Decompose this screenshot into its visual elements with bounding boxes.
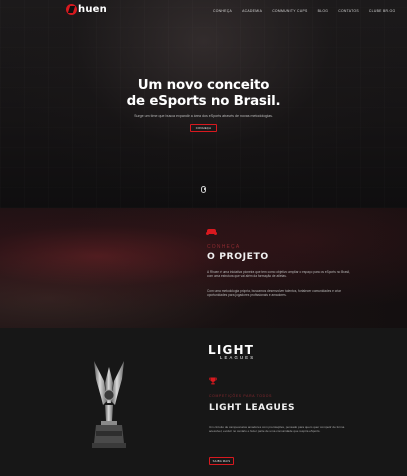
hero-title: Um novo conceito de eSports no Brasil. (0, 78, 407, 110)
light-leagues-paragraph: Um circuito de campeonatos amadores com … (209, 425, 345, 434)
hero-section: Um novo conceito de eSports no Brasil. S… (0, 0, 407, 208)
projeto-section (0, 208, 407, 328)
hero-title-line-2: de eSports no Brasil. (126, 94, 281, 109)
gamepad-icon (206, 229, 217, 235)
hero-conheca-button[interactable]: Conheça (190, 124, 217, 132)
logo-leagues-text: LEAGUES (220, 355, 256, 360)
nav-item-blog[interactable]: Blog (318, 9, 329, 13)
hero-title-line-1: Um novo conceito (137, 78, 270, 93)
logo-text: huen (78, 4, 107, 15)
projeto-paragraph-2: Com uma metodologia própria, buscamos de… (207, 289, 341, 298)
light-leagues-button[interactable]: Saiba mais (209, 457, 234, 465)
hero-subtitle: Surge um time que busca expandir a área … (134, 114, 273, 118)
trophy-icon (209, 377, 217, 385)
trophy-image (92, 361, 126, 448)
nav-item-contatos[interactable]: Contatos (338, 9, 359, 13)
nav-item-conheca[interactable]: Conheça (213, 9, 232, 13)
brand-logo[interactable]: huen (66, 4, 107, 15)
light-leagues-kicker: Competições para todos (209, 394, 273, 398)
scroll-mouse-icon[interactable] (201, 186, 206, 193)
projeto-kicker: Conheça (207, 244, 241, 250)
nav-item-academia[interactable]: Academia (242, 9, 262, 13)
projeto-paragraph-1: A Rhuen é uma iniciativa pioneira que te… (207, 270, 350, 279)
light-leagues-logo: LIGHT LEAGUES (208, 344, 266, 364)
nav-item-clube[interactable]: Clube BR.GG (369, 9, 395, 13)
main-menu: Conheça Academia Community Cups Blog Con… (213, 9, 395, 13)
light-leagues-section (0, 328, 407, 476)
top-navigation: huen Conheça Academia Community Cups Blo… (0, 0, 407, 22)
light-leagues-title: Light Leagues (209, 403, 295, 413)
nav-item-community-cups[interactable]: Community Cups (272, 9, 307, 13)
projeto-title: O Projeto (207, 251, 269, 262)
logo-mark-icon (66, 4, 77, 15)
